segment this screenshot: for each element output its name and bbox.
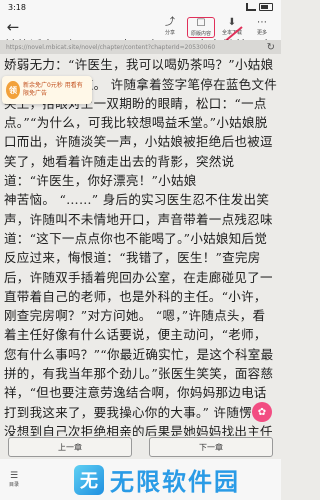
- battery-icon: [259, 3, 273, 11]
- toolbar-actions: ⤴ 分享 ☐ 原版内容 ⬇ 全本下载 ⋯ 更多: [157, 16, 281, 38]
- coin-icon: 领: [6, 81, 20, 99]
- more-label: 更多: [256, 29, 267, 36]
- download-icon: ⬇: [227, 16, 237, 28]
- back-arrow-icon: ←: [6, 18, 20, 36]
- popup-text: 新余免广0元秒 用看有限免广告: [22, 82, 83, 97]
- refresh-icon[interactable]: ↻: [267, 42, 275, 53]
- prev-chapter-button[interactable]: 上一章: [8, 437, 132, 457]
- more-button[interactable]: ⋯ 更多: [249, 17, 275, 38]
- original-page-icon: ☐: [196, 17, 206, 29]
- chapter-nav: 上一章 下一章: [0, 437, 281, 459]
- share-button[interactable]: ⤴ 分享: [157, 17, 183, 38]
- watermark-logo: 无: [74, 464, 104, 495]
- share-icon: ⤴: [165, 16, 175, 28]
- floating-action-button[interactable]: ✿: [252, 402, 272, 422]
- status-bar: 3:18: [0, 0, 281, 14]
- more-icon: ⋯: [257, 16, 267, 28]
- paragraph: 前的活力，扭了一双大眼睛开口，声音带着一点娇弱无力：“许医生，我可以喝奶茶吗？”…: [4, 38, 278, 189]
- original-page-button[interactable]: ☐ 原版内容: [187, 16, 215, 38]
- url-text: https://novel.mbicat.site/novel/chapter/…: [6, 43, 216, 51]
- gift-icon: ✿: [257, 406, 267, 418]
- next-chapter-button[interactable]: 下一章: [149, 437, 273, 457]
- share-label: 分享: [164, 29, 175, 36]
- catalog-label: 目录: [8, 482, 19, 488]
- ad-popup[interactable]: 领 新余免广0元秒 用看有限免广告: [2, 76, 92, 104]
- watermark: 无 无限软件园: [74, 462, 240, 497]
- url-bar[interactable]: https://novel.mbicat.site/novel/chapter/…: [0, 40, 281, 54]
- catalog-icon: ☰: [9, 471, 19, 481]
- status-time: 3:18: [8, 2, 26, 12]
- catalog-button[interactable]: ☰ 目录: [0, 471, 28, 488]
- watermark-text: 无限软件园: [110, 468, 240, 496]
- signal-icon: [246, 3, 256, 11]
- status-icons: [246, 3, 273, 11]
- paragraph: 神苦恼。 “……” 身后的实习医生忍不住发出笑声，许随叫不未情地开口，声音带着一…: [4, 192, 278, 436]
